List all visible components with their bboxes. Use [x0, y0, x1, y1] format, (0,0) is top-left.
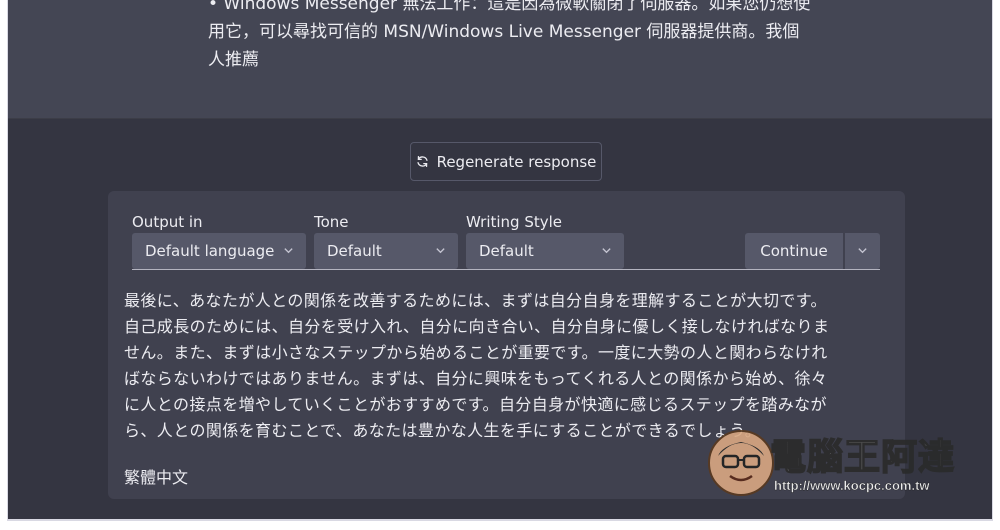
- tone-label: Tone: [314, 213, 349, 231]
- output-language-value: Default language: [145, 242, 275, 260]
- response-line: ばならないわけではありません。まずは、自分に興味をもってくれる人との関係から始め…: [124, 369, 828, 388]
- continue-button[interactable]: Continue: [745, 233, 843, 269]
- response-line: 最後に、あなたが人との関係を改善するためには、まずは自分自身を理解することが大切…: [124, 291, 827, 310]
- output-language-select[interactable]: Default language: [132, 233, 306, 269]
- previous-assistant-message: • Windows Messenger 無法工作：這是因為微軟關閉了伺服器。如果…: [8, 0, 992, 119]
- refresh-icon: [416, 155, 428, 168]
- continue-label: Continue: [760, 242, 828, 260]
- previous-message-text: • Windows Messenger 無法工作：這是因為微軟關閉了伺服器。如果…: [208, 0, 828, 74]
- controls-divider: [132, 269, 880, 270]
- chevron-down-icon: [858, 248, 867, 254]
- previous-message-line: 用它，可以尋找可信的 MSN/Windows Live Messenger 伺服…: [208, 22, 800, 42]
- chevron-down-icon: [436, 248, 445, 254]
- previous-message-line: • Windows Messenger 無法工作：這是因為微軟關閉了伺服器。如果…: [208, 0, 811, 14]
- mascot-face-drawing: [718, 442, 764, 482]
- writing-style-label: Writing Style: [466, 213, 563, 231]
- tone-select[interactable]: Default: [314, 233, 458, 269]
- previous-message-line: 人推薦: [208, 50, 259, 70]
- site-watermark: 電腦王阿達 http://www.kocpc.com.tw: [708, 420, 978, 510]
- language-footer-text: 繁體中文: [124, 468, 189, 487]
- response-line: 自己成長のためには、自分を受け入れ、自分に向き合い、自分自身に優しく接しなければ…: [124, 317, 830, 336]
- watermark-url: http://www.kocpc.com.tw: [774, 478, 930, 493]
- regenerate-response-button[interactable]: Regenerate response: [410, 142, 602, 181]
- response-line: せん。また、まずは小さなステップから始めることが重要です。一度に大勢の人と関わら…: [124, 343, 828, 362]
- chevron-down-icon: [602, 248, 611, 254]
- chevron-down-icon: [284, 248, 293, 254]
- writing-style-value: Default: [479, 242, 534, 260]
- watermark-title: 電腦王阿達: [769, 435, 956, 479]
- regenerate-label: Regenerate response: [436, 152, 597, 171]
- tone-value: Default: [327, 242, 382, 260]
- response-line: に人との接点を増やしていくことがおすすめです。自分自身が快適に感じるステップを踏…: [124, 395, 827, 414]
- output-in-label: Output in: [132, 213, 203, 231]
- continue-options-button[interactable]: [844, 233, 880, 269]
- writing-style-select[interactable]: Default: [466, 233, 624, 269]
- chat-window: • Windows Messenger 無法工作：這是因為微軟關閉了伺服器。如果…: [7, 0, 993, 521]
- mascot-face-icon: [708, 430, 774, 496]
